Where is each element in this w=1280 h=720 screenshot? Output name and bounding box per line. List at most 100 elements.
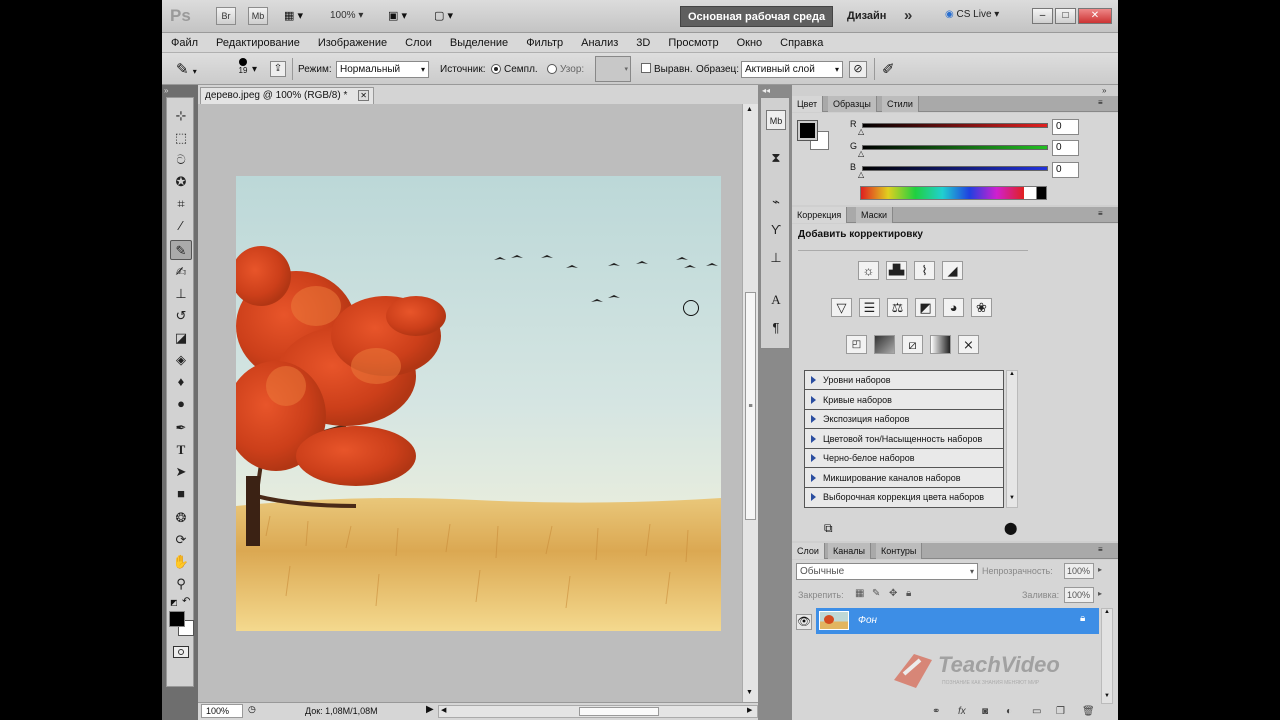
channel-b-value[interactable]: 0: [1052, 162, 1079, 178]
channel-g-slider[interactable]: [862, 145, 1048, 150]
brush-presets-panel-icon[interactable]: ⌁: [766, 192, 786, 212]
new-group-icon[interactable]: ▭: [1032, 706, 1041, 717]
bridge-button[interactable]: Br: [216, 7, 236, 25]
workspace-design-button[interactable]: Дизайн: [847, 10, 886, 22]
channel-b-slider-thumb[interactable]: △: [858, 170, 864, 179]
channel-g-slider-thumb[interactable]: △: [858, 149, 864, 158]
path-selection-tool-icon[interactable]: ➤: [170, 462, 192, 482]
arrange-documents-button[interactable]: ▣ ▾: [388, 9, 407, 22]
crop-tool-icon[interactable]: ⌗: [170, 194, 192, 214]
horizontal-scrollbar[interactable]: ◀ ▶: [438, 705, 758, 718]
new-layer-icon[interactable]: ❐: [1056, 706, 1065, 717]
scroll-up-icon[interactable]: ▲: [746, 106, 753, 113]
menu-3d[interactable]: 3D: [636, 37, 650, 49]
photo-filter-icon[interactable]: ◕: [943, 298, 964, 317]
preset-hue-saturation[interactable]: Цветовой тон/Насыщенность наборов: [805, 430, 1004, 449]
preset-selective-color[interactable]: Выборочная коррекция цвета наборов: [805, 488, 1004, 507]
layer-style-icon[interactable]: fx: [958, 706, 966, 717]
lasso-tool-icon[interactable]: ට: [170, 150, 192, 170]
workspace-more-button[interactable]: »: [904, 7, 912, 24]
add-mask-icon[interactable]: ◙: [982, 706, 988, 717]
tab-layers[interactable]: Слои: [792, 543, 825, 559]
view-extras-button[interactable]: ▦ ▾: [284, 9, 312, 23]
panel-menu-icon[interactable]: ≡: [1098, 209, 1103, 218]
new-adjustment-layer-icon[interactable]: ◐: [1006, 706, 1012, 717]
curves-icon[interactable]: ⌇: [914, 261, 935, 280]
color-ramp[interactable]: [860, 186, 1047, 200]
fill-field[interactable]: 100%: [1064, 587, 1094, 603]
preset-black-white[interactable]: Черно-белое наборов: [805, 449, 1004, 468]
eraser-tool-icon[interactable]: ◪: [170, 328, 192, 348]
presets-scrollbar[interactable]: ▲ ▼: [1006, 370, 1018, 508]
tab-styles[interactable]: Стили: [882, 96, 919, 112]
channel-mixer-icon[interactable]: ❀: [971, 298, 992, 317]
maximize-button[interactable]: □: [1055, 8, 1076, 24]
aligned-checkbox[interactable]: [641, 63, 651, 73]
brush-picker-arrow[interactable]: ▾: [252, 64, 257, 75]
tab-color[interactable]: Цвет: [792, 96, 824, 112]
layers-scrollbar[interactable]: ▲ ▼: [1101, 608, 1113, 704]
source-sampled-radio[interactable]: [491, 64, 501, 74]
move-tool-icon[interactable]: ⊹: [170, 106, 192, 126]
threshold-icon[interactable]: ⧄: [902, 335, 923, 354]
history-panel-icon[interactable]: ⧗: [766, 148, 786, 168]
opacity-arrow[interactable]: ▸: [1098, 565, 1102, 574]
menu-image[interactable]: Изображение: [318, 37, 387, 49]
paint-bucket-tool-icon[interactable]: ◈: [170, 350, 192, 370]
document-tab[interactable]: дерево.jpeg @ 100% (RGB/8) * ✕: [200, 87, 375, 104]
channel-r-value[interactable]: 0: [1052, 119, 1079, 135]
3d-rotate-tool-icon[interactable]: ❂: [170, 508, 192, 528]
paragraph-panel-icon[interactable]: ¶: [766, 318, 786, 338]
status-menu-arrow-icon[interactable]: ▶: [426, 704, 434, 715]
foreground-color-swatch[interactable]: [169, 611, 185, 627]
exposure-icon[interactable]: ◢: [942, 261, 963, 280]
status-preview-icon[interactable]: ◷: [248, 704, 256, 715]
selective-color-icon[interactable]: ⨯: [958, 335, 979, 354]
panels-collapse-button[interactable]: »: [1102, 86, 1106, 95]
dodge-tool-icon[interactable]: ●: [170, 394, 192, 414]
menu-layers[interactable]: Слои: [405, 37, 432, 49]
lock-all-icon[interactable]: 🔒︎: [906, 588, 911, 599]
quick-mask-icon[interactable]: [173, 646, 189, 658]
levels-icon[interactable]: ▟▙: [886, 261, 907, 280]
tab-swatches[interactable]: Образцы: [828, 96, 877, 112]
brightness-contrast-icon[interactable]: ☼: [858, 261, 879, 280]
source-pattern-radio[interactable]: [547, 64, 557, 74]
scroll-thumb[interactable]: ≡: [745, 292, 756, 520]
black-white-icon[interactable]: ◩: [915, 298, 936, 317]
tool-preset-picker[interactable]: ✎ ▾: [176, 60, 197, 78]
menu-edit[interactable]: Редактирование: [216, 37, 300, 49]
panel-menu-icon[interactable]: ≡: [1098, 545, 1103, 554]
tab-paths[interactable]: Контуры: [876, 543, 923, 559]
h-scroll-thumb[interactable]: [579, 707, 659, 716]
default-colors-icon[interactable]: ◩: [170, 598, 178, 607]
adjustment-mask-icon[interactable]: ⬤: [1004, 521, 1017, 535]
hue-saturation-icon[interactable]: ☰: [859, 298, 880, 317]
panel-menu-icon[interactable]: ≡: [1098, 98, 1103, 107]
scroll-left-icon[interactable]: ◀: [441, 706, 446, 714]
zoom-level-dropdown[interactable]: 100% ▾: [330, 10, 363, 21]
screen-mode-button[interactable]: ▢ ▾: [434, 9, 453, 22]
menu-help[interactable]: Справка: [780, 37, 823, 49]
preset-channel-mixer[interactable]: Микширование каналов наборов: [805, 469, 1004, 488]
tab-channels[interactable]: Каналы: [828, 543, 871, 559]
clone-source-panel-button[interactable]: ⇪: [270, 61, 286, 77]
visibility-eye-icon[interactable]: 👁︎: [796, 614, 812, 630]
lock-transparency-icon[interactable]: ▦: [855, 588, 864, 599]
link-layers-icon[interactable]: ⚭: [932, 706, 940, 717]
type-tool-icon[interactable]: T: [170, 440, 192, 460]
brush-tool-icon[interactable]: ✍: [170, 262, 192, 282]
channel-b-slider[interactable]: [862, 166, 1048, 171]
invert-icon[interactable]: ◰: [846, 335, 867, 354]
zoom-tool-icon[interactable]: ⚲: [170, 574, 192, 594]
quick-selection-tool-icon[interactable]: ✪: [170, 172, 192, 192]
tab-adjustments[interactable]: Коррекция: [792, 207, 848, 223]
mini-bridge-panel-icon[interactable]: Mb: [766, 110, 786, 130]
cs-live-button[interactable]: ◉ CS Live ▾: [945, 9, 999, 20]
mini-bridge-button[interactable]: Mb: [248, 7, 268, 25]
vertical-scrollbar[interactable]: ▲ ≡ ▼: [742, 104, 758, 702]
close-button[interactable]: ✕: [1078, 8, 1112, 24]
3d-orbit-tool-icon[interactable]: ⟳: [170, 530, 192, 550]
menu-window[interactable]: Окно: [737, 37, 763, 49]
mode-select[interactable]: Нормальный ▾: [336, 61, 429, 78]
